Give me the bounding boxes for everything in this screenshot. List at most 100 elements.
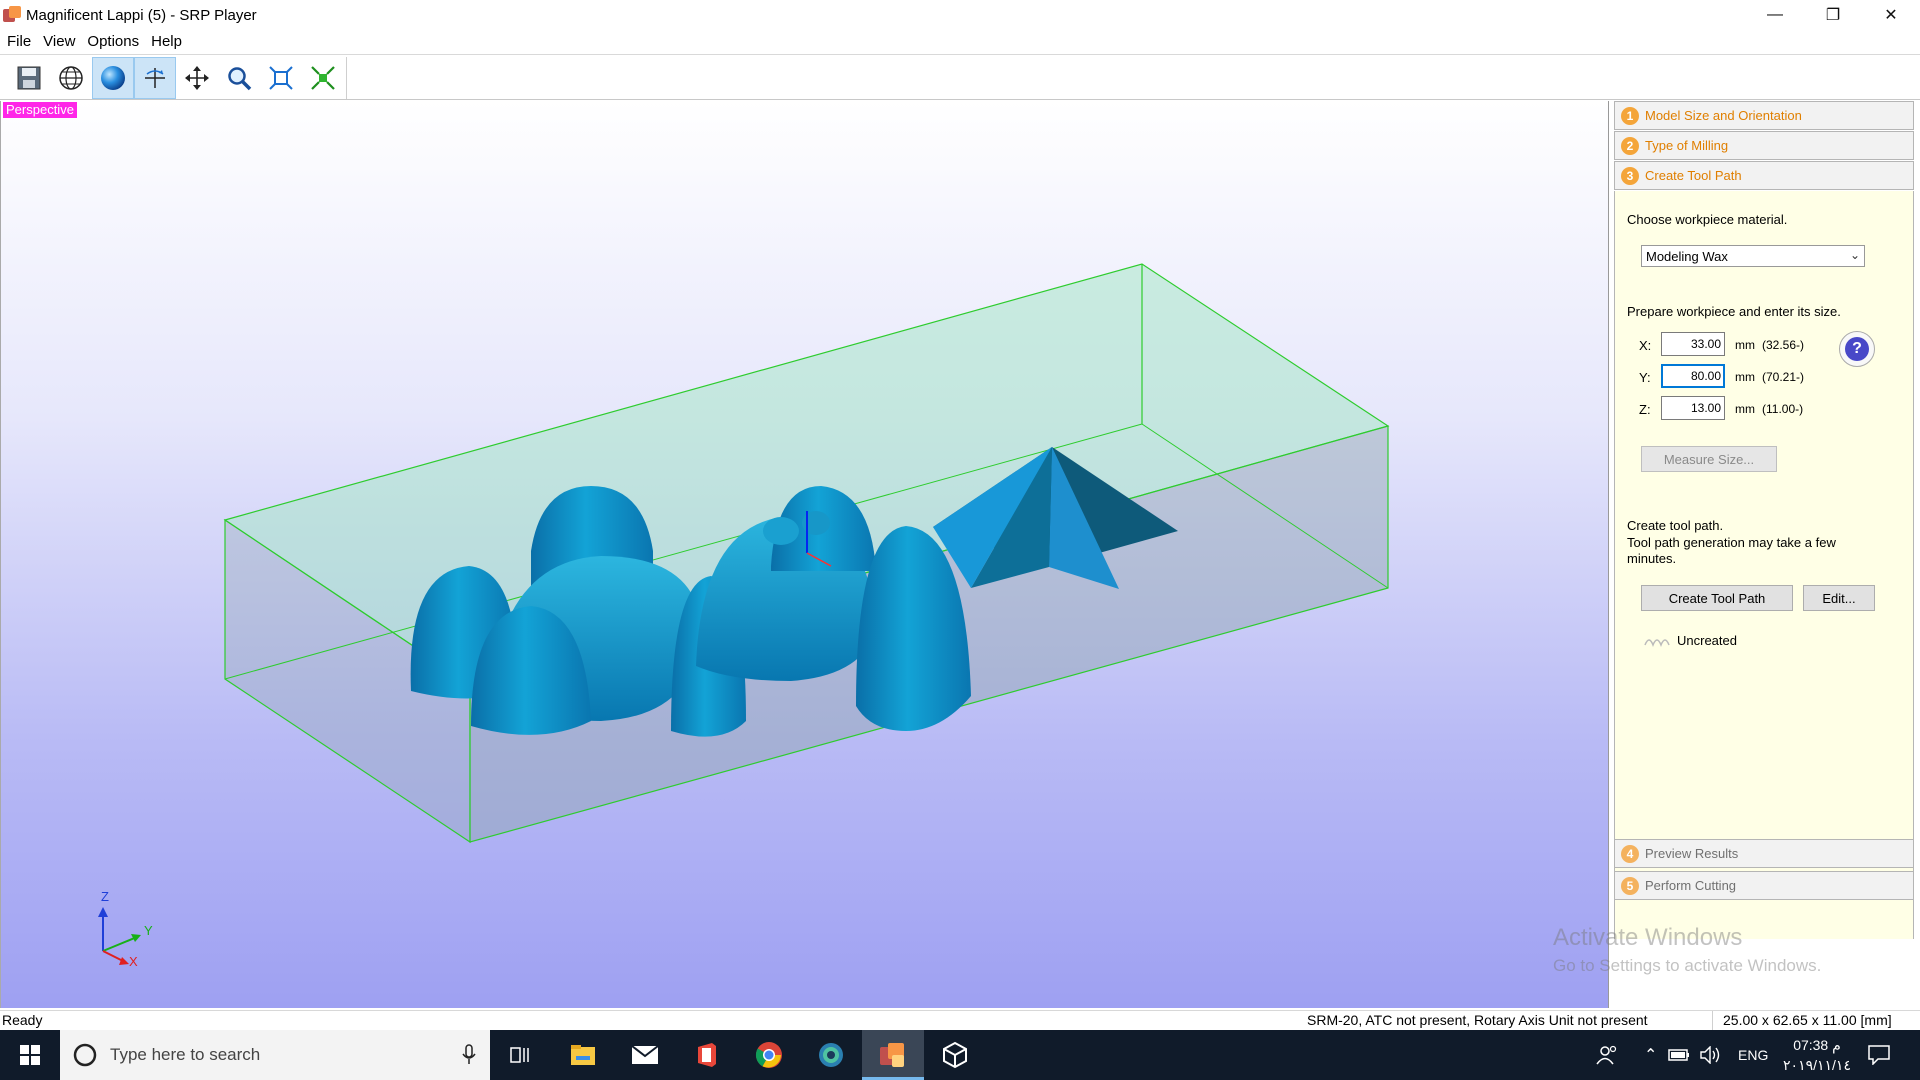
scene-svg: Z Y X	[98, 263, 1390, 969]
show-hidden-icons-button[interactable]: ⌃	[1644, 1030, 1657, 1080]
edit-button[interactable]: Edit...	[1803, 585, 1875, 611]
z-label: Z:	[1639, 402, 1651, 417]
z-range: (11.00-)	[1762, 402, 1804, 416]
task-view-button[interactable]	[490, 1030, 552, 1080]
shaded-sphere-icon	[101, 66, 125, 90]
step-preview-results[interactable]: 4 Preview Results	[1614, 839, 1914, 868]
action-center-button[interactable]	[1868, 1030, 1890, 1080]
restore-button[interactable]: ❐	[1804, 0, 1862, 30]
save-button[interactable]	[8, 57, 50, 99]
title-bar: Magnificent Lappi (5) - SRP Player — ❐ ✕	[0, 0, 1920, 30]
people-icon	[1596, 1045, 1617, 1065]
toolpath-note: Tool path generation may take a few minu…	[1627, 535, 1836, 566]
step-type-of-milling[interactable]: 2 Type of Milling	[1614, 131, 1914, 160]
battery-button[interactable]	[1668, 1030, 1690, 1080]
zoom-selection-button[interactable]	[302, 57, 344, 99]
y-size-input[interactable]: 80.00	[1661, 364, 1725, 388]
step-create-tool-path[interactable]: 3 Create Tool Path	[1614, 161, 1914, 190]
material-value: Modeling Wax	[1646, 249, 1728, 264]
create-tool-path-body: Choose workpiece material. Modeling Wax …	[1614, 191, 1914, 939]
taskbar-srp-player[interactable]	[862, 1030, 924, 1080]
language-indicator[interactable]: ENG	[1738, 1030, 1768, 1080]
taskbar-mail[interactable]	[614, 1030, 676, 1080]
clock-time: 07:38 م	[1793, 1037, 1841, 1053]
volume-icon	[1700, 1046, 1720, 1064]
windows-taskbar: Type here to search ⌃ ENG 07:38 م ٢٠١٩/١…	[0, 1030, 1920, 1080]
search-placeholder: Type here to search	[110, 1045, 261, 1064]
step-perform-cutting[interactable]: 5 Perform Cutting	[1614, 871, 1914, 900]
taskbar-3d-viewer[interactable]	[924, 1030, 986, 1080]
taskbar-search[interactable]: Type here to search	[60, 1030, 490, 1080]
y-range: (70.21-)	[1762, 370, 1805, 384]
rotate-icon	[145, 68, 165, 88]
menu-file[interactable]: File	[0, 33, 36, 50]
task-view-icon	[510, 1047, 529, 1063]
step-number: 2	[1621, 136, 1639, 155]
step-label: Type of Milling	[1645, 138, 1729, 153]
fit-view-icon	[269, 66, 293, 90]
taskbar-office[interactable]	[676, 1030, 738, 1080]
measure-size-button[interactable]: Measure Size...	[1641, 446, 1777, 472]
srp-player-icon[interactable]	[3, 6, 21, 24]
x-unit: mm	[1735, 338, 1755, 352]
help-icon: ?	[1845, 337, 1869, 361]
help-button[interactable]: ?	[1839, 331, 1875, 367]
z-size-input[interactable]: 13.00	[1661, 396, 1725, 420]
x-label: X:	[1639, 338, 1652, 353]
window-title: Magnificent Lappi (5) - SRP Player	[26, 6, 257, 24]
3d-viewer-icon	[943, 1041, 967, 1069]
rotate-button[interactable]	[134, 57, 176, 99]
notification-icon	[1868, 1045, 1890, 1065]
step-number: 3	[1621, 166, 1639, 185]
material-select[interactable]: Modeling Wax ⌄	[1641, 245, 1865, 267]
3d-viewport[interactable]: Perspective Z Y X	[0, 101, 1609, 1008]
taskbar-clock[interactable]: 07:38 م ٢٠١٩/١١/١٤	[1776, 1035, 1858, 1075]
battery-icon	[1668, 1049, 1689, 1061]
taskbar-camera-app[interactable]	[800, 1030, 862, 1080]
taskbar-file-explorer[interactable]	[552, 1030, 614, 1080]
zoom-selection-icon	[311, 66, 335, 90]
step-number: 4	[1621, 844, 1639, 863]
watermark-subtitle: Go to Settings to activate Windows.	[1553, 956, 1822, 975]
pan-button[interactable]	[176, 57, 218, 99]
close-button[interactable]: ✕	[1862, 0, 1920, 30]
status-ready: Ready	[2, 1012, 43, 1028]
step-label: Create Tool Path	[1645, 168, 1742, 183]
step-model-size[interactable]: 1 Model Size and Orientation	[1614, 101, 1914, 130]
create-tool-path-button[interactable]: Create Tool Path	[1641, 585, 1793, 611]
wireframe-view-button[interactable]	[50, 57, 92, 99]
menu-view[interactable]: View	[36, 33, 80, 50]
axis-indicator: Z Y X	[98, 889, 153, 969]
x-range: (32.56-)	[1762, 338, 1805, 352]
save-icon	[17, 66, 41, 90]
x-size-input[interactable]: 33.00	[1661, 332, 1725, 356]
menu-help[interactable]: Help	[144, 33, 187, 50]
size-prompt: Prepare workpiece and enter its size.	[1627, 304, 1841, 319]
srp-player-icon	[880, 1043, 904, 1067]
menu-options[interactable]: Options	[80, 33, 144, 50]
microphone-icon[interactable]	[462, 1044, 476, 1066]
material-prompt: Choose workpiece material.	[1627, 212, 1788, 227]
axis-label-y: Y	[144, 923, 153, 938]
status-bar: Ready SRM-20, ATC not present, Rotary Ax…	[0, 1010, 1920, 1030]
step-label: Perform Cutting	[1645, 878, 1737, 893]
zoom-button[interactable]	[218, 57, 260, 99]
status-device: SRM-20, ATC not present, Rotary Axis Uni…	[1307, 1012, 1648, 1028]
taskbar-chrome[interactable]	[738, 1030, 800, 1080]
status-separator	[1712, 1011, 1713, 1030]
cortana-icon	[73, 1043, 97, 1067]
start-button[interactable]	[0, 1030, 60, 1080]
clock-date: ٢٠١٩/١١/١٤	[1783, 1057, 1851, 1073]
volume-button[interactable]	[1700, 1030, 1722, 1080]
file-explorer-icon	[571, 1045, 595, 1065]
windows-logo-icon	[20, 1045, 40, 1065]
shaded-view-button[interactable]	[92, 57, 134, 99]
z-unit: mm	[1735, 402, 1755, 416]
toolpath-status: Uncreated	[1677, 633, 1737, 648]
toolpath-prompt: Create tool path.	[1627, 518, 1724, 533]
minimize-button[interactable]: —	[1746, 0, 1804, 30]
people-button[interactable]	[1596, 1030, 1618, 1080]
axis-label-z: Z	[101, 889, 109, 904]
fit-view-button[interactable]	[260, 57, 302, 99]
menu-bar: File View Options Help	[0, 30, 1920, 52]
